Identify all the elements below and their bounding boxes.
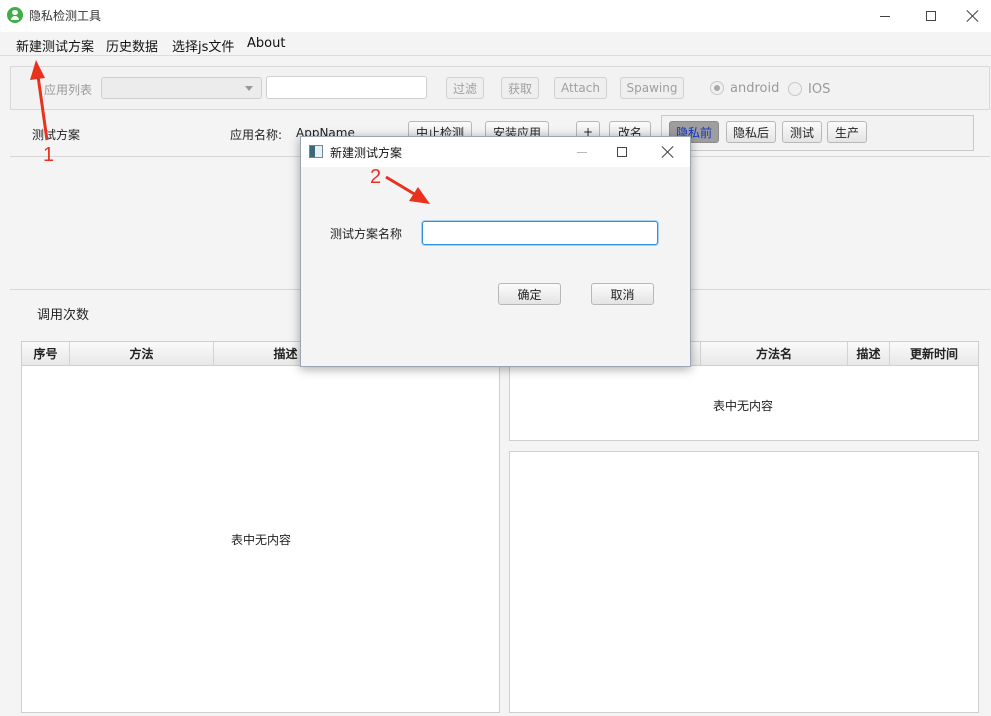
annotation-overlay: [30, 60, 430, 204]
annotation-arrow-2: [385, 175, 430, 204]
annotation-number-1: 1: [43, 144, 55, 166]
annotation-number-2: 2: [370, 166, 382, 188]
annotation-arrow-1: [30, 60, 49, 141]
